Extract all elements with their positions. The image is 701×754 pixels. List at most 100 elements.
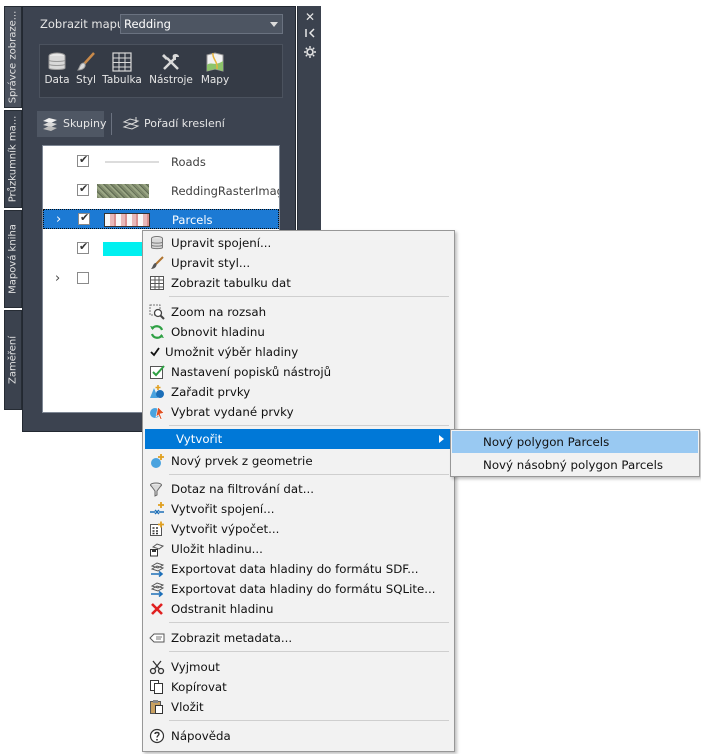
chevron-down-icon (270, 22, 278, 27)
vtab-survey[interactable]: Zaměření (4, 310, 22, 410)
menu-item-edit-style[interactable]: Upravit styl... (145, 253, 452, 273)
layer-visibility-checkbox[interactable] (77, 272, 89, 284)
layer-visibility-checkbox[interactable] (77, 240, 89, 254)
layer-visibility-checkbox[interactable] (77, 182, 89, 196)
paste-icon (150, 700, 163, 714)
close-icon[interactable]: ✕ (302, 10, 318, 24)
menu-item-label: Zobrazit tabulku dat (171, 276, 291, 290)
scissors-icon (149, 660, 165, 675)
menu-item-copy[interactable]: Kopírovat (145, 677, 452, 697)
menu-item-paste[interactable]: Vložit (145, 697, 452, 717)
menu-item-enable-selection[interactable]: Umožnit výběr hladiny (145, 342, 452, 362)
fill-style-swatch (103, 242, 143, 256)
menu-item-new-feature-from-geometry[interactable]: Nový prvek z geometrie (145, 451, 452, 471)
menu-item-edit-connection[interactable]: Upravit spojení... (145, 233, 452, 253)
checkmark-icon (150, 347, 160, 357)
table-grid-icon (150, 276, 164, 290)
database-icon (48, 52, 66, 70)
tooltip-settings-icon (150, 365, 165, 379)
menu-item-label: Exportovat data hladiny do formátu SQLit… (171, 582, 436, 596)
menu-item-label: Upravit styl... (171, 256, 251, 270)
groups-icon (43, 118, 57, 131)
database-icon (151, 236, 163, 250)
table-grid-icon (112, 52, 132, 72)
metadata-icon (149, 633, 165, 643)
menu-item-label: Zoom na rozsah (171, 305, 267, 319)
menu-item-filter-query[interactable]: Dotaz na filtrování dat... (145, 479, 452, 499)
data-button[interactable]: Data (44, 51, 70, 86)
menu-item-show-data-table[interactable]: Zobrazit tabulku dat (145, 273, 452, 293)
menu-item-save-layer[interactable]: Uložit hladinu... (145, 539, 452, 559)
map-select[interactable]: Redding (120, 14, 283, 34)
menu-item-label: Vyjmout (171, 660, 220, 674)
calculator-icon (150, 521, 164, 536)
menu-item-label: Vybrat vydané prvky (171, 405, 294, 419)
menu-item-show-metadata[interactable]: Zobrazit metadata... (145, 628, 452, 648)
menu-item-label: Kopírovat (171, 680, 227, 694)
menu-separator (169, 296, 449, 297)
tab-draw-order-label: Pořadí kreslení (144, 117, 225, 130)
menu-separator (169, 474, 449, 475)
create-submenu: Nový polygon Parcels Nový násobný polygo… (450, 429, 700, 477)
menu-item-refresh-layer[interactable]: Obnovit hladinu (145, 322, 452, 342)
chevron-right-icon (439, 435, 444, 443)
menu-item-remove-layer[interactable]: Odstranit hladinu (145, 599, 452, 619)
menu-item-label: Nový prvek z geometrie (171, 454, 313, 468)
menu-item-label: Umožnit výběr hladiny (165, 345, 299, 359)
layer-row[interactable]: ReddingRasterImage (43, 181, 279, 201)
menu-item-insert-features[interactable]: Zařadit prvky (145, 382, 452, 402)
tools-button[interactable]: Nástroje (148, 51, 194, 86)
vtab-display-manager[interactable]: Správce zobraze... (4, 6, 22, 108)
menu-item-export-sqlite[interactable]: Exportovat data hladiny do formátu SQLit… (145, 579, 452, 599)
properties-icon[interactable] (302, 46, 318, 60)
maps-button-label: Mapy (200, 74, 230, 86)
vtab-label: Zaměření (7, 335, 19, 385)
menu-item-create[interactable]: Vytvořit (145, 429, 452, 449)
table-button[interactable]: Tabulka (102, 51, 142, 86)
layer-visibility-checkbox[interactable] (77, 153, 89, 167)
tab-groups-label: Skupiny (63, 117, 107, 130)
vtab-map-book[interactable]: Mapová kniha (4, 210, 22, 308)
vtab-map-explorer[interactable]: Průzkumník ma... (4, 110, 22, 208)
filter-query-icon (150, 482, 162, 497)
menu-item-create-join[interactable]: Vytvořit spojení... (145, 499, 452, 519)
export-sqlite-icon (150, 582, 165, 597)
menu-item-label: Vytvořit výpočet... (171, 522, 280, 536)
submenu-item-new-polygon[interactable]: Nový polygon Parcels (452, 431, 698, 453)
menu-item-label: Uložit hladinu... (171, 542, 263, 556)
raster-thumbnail (97, 184, 149, 198)
menu-item-label: Vložit (171, 700, 204, 714)
menu-item-label: Nastavení popisků nástrojů (171, 365, 332, 379)
tab-groups[interactable]: Skupiny (37, 111, 107, 137)
style-button[interactable]: Styl (73, 51, 99, 86)
map-icon (206, 52, 224, 72)
maps-button[interactable]: Mapy (198, 51, 232, 86)
theme-style-swatch (104, 213, 150, 227)
menu-item-help[interactable]: Nápověda (145, 726, 452, 746)
menu-item-create-calculation[interactable]: Vytvořit výpočet... (145, 519, 452, 539)
tab-draw-order[interactable]: Pořadí kreslení (118, 111, 225, 137)
layer-visibility-checkbox[interactable] (78, 211, 90, 225)
menu-item-zoom-extent[interactable]: Zoom na rozsah (145, 302, 452, 322)
tab-divider (111, 113, 112, 135)
layer-row[interactable]: Roads (43, 152, 279, 172)
data-button-label: Data (44, 74, 70, 86)
menu-item-export-sdf[interactable]: Exportovat data hladiny do formátu SDF..… (145, 559, 452, 579)
refresh-icon (150, 325, 164, 339)
expand-arrow-icon[interactable]: › (55, 272, 65, 285)
auto-hide-icon[interactable] (302, 27, 318, 41)
layer-row[interactable]: › Parcels (43, 209, 279, 229)
brush-icon (77, 52, 95, 71)
submenu-item-new-multipolygon[interactable]: Nový násobný polygon Parcels (452, 454, 698, 476)
vtab-label: Správce zobraze... (7, 10, 19, 104)
layer-context-menu: Upravit spojení... Upravit styl... Zobra… (142, 230, 455, 752)
layer-name: Parcels (172, 213, 213, 227)
layer-name: Roads (171, 155, 206, 169)
copy-icon (150, 680, 163, 694)
expand-arrow-icon[interactable]: › (56, 213, 66, 226)
brush-icon (151, 256, 164, 269)
menu-item-select-checked-out[interactable]: Vybrat vydané prvky (145, 402, 452, 422)
menu-item-tooltip-settings[interactable]: Nastavení popisků nástrojů (145, 362, 452, 382)
menu-item-cut[interactable]: Vyjmout (145, 657, 452, 677)
style-button-label: Styl (76, 74, 96, 86)
